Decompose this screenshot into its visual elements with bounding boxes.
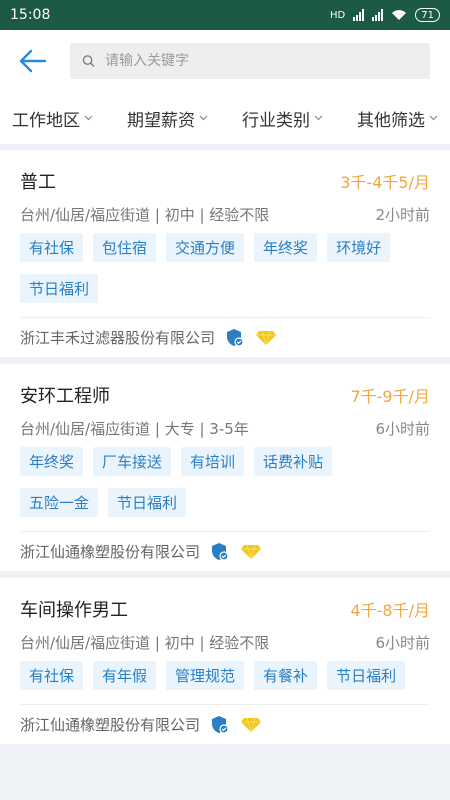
tag: 有年假 [93, 661, 157, 690]
search-input[interactable] [105, 53, 418, 69]
search-icon [82, 55, 95, 67]
company-name: 浙江仙通橡塑股份有限公司 [20, 716, 201, 734]
battery-icon: 71 [415, 8, 440, 22]
job-meta: 台州/仙居/福应街道 | 大专 | 3-5年 [20, 420, 249, 438]
diamond-icon [241, 544, 262, 559]
filter-other[interactable]: 其他筛选 [357, 106, 438, 131]
tag: 有餐补 [254, 661, 318, 690]
tag-list: 有社保 包住宿 交通方便 年终奖 环境好 节日福利 [20, 233, 430, 315]
tag: 五险一金 [20, 488, 99, 517]
job-card[interactable]: 安环工程师 7千-9千/月 台州/仙居/福应街道 | 大专 | 3-5年 6小时… [0, 364, 450, 571]
chevron-down-icon [429, 115, 438, 121]
tag: 包住宿 [93, 233, 157, 262]
tag: 有社保 [20, 233, 84, 262]
job-card[interactable]: 普工 3千-4千5/月 台州/仙居/福应街道 | 初中 | 经验不限 2小时前 … [0, 150, 450, 357]
tag: 有培训 [181, 447, 245, 476]
header [0, 30, 450, 92]
signal-icon [353, 9, 365, 21]
filter-industry[interactable]: 行业类别 [242, 106, 323, 131]
wifi-icon [392, 10, 407, 20]
tag: 话费补贴 [254, 447, 333, 476]
verified-shield-icon [212, 542, 229, 561]
status-time: 15:08 [10, 7, 51, 23]
job-salary: 4千-8千/月 [350, 601, 430, 620]
signal-icon-2 [372, 9, 384, 21]
chevron-down-icon [314, 115, 323, 121]
tag: 环境好 [327, 233, 391, 262]
tag: 管理规范 [166, 661, 245, 690]
tag: 有社保 [20, 661, 84, 690]
company-row[interactable]: 浙江仙通橡塑股份有限公司 [20, 531, 430, 571]
job-card[interactable]: 车间操作男工 4千-8千/月 台州/仙居/福应街道 | 初中 | 经验不限 6小… [0, 578, 450, 744]
job-salary: 7千-9千/月 [350, 387, 430, 406]
chevron-down-icon [84, 115, 93, 121]
tag: 节日福利 [20, 274, 99, 303]
diamond-icon [241, 717, 262, 732]
tag-list: 有社保 有年假 管理规范 有餐补 节日福利 [20, 661, 430, 702]
job-time: 6小时前 [375, 420, 430, 438]
back-arrow-icon [19, 49, 47, 73]
chevron-down-icon [199, 115, 208, 121]
job-title: 安环工程师 [20, 386, 110, 407]
filter-salary[interactable]: 期望薪资 [127, 106, 208, 131]
job-meta: 台州/仙居/福应街道 | 初中 | 经验不限 [20, 206, 270, 224]
status-icons: HD 71 [330, 8, 440, 22]
job-time: 6小时前 [375, 634, 430, 652]
filter-bar: 工作地区 期望薪资 行业类别 其他筛选 [0, 92, 450, 144]
job-title: 车间操作男工 [20, 600, 128, 621]
job-title: 普工 [20, 172, 56, 193]
job-time: 2小时前 [375, 206, 430, 224]
tag: 年终奖 [254, 233, 318, 262]
status-bar: 15:08 HD 71 [0, 0, 450, 30]
diamond-icon [256, 330, 277, 345]
tag: 节日福利 [327, 661, 406, 690]
filter-label: 工作地区 [12, 110, 80, 131]
back-button[interactable] [18, 46, 48, 76]
verified-shield-icon [212, 715, 229, 734]
filter-location[interactable]: 工作地区 [12, 106, 93, 131]
tag: 节日福利 [108, 488, 187, 517]
filter-label: 行业类别 [242, 110, 310, 131]
tag: 交通方便 [166, 233, 245, 262]
company-row[interactable]: 浙江仙通橡塑股份有限公司 [20, 704, 430, 744]
job-salary: 3千-4千5/月 [340, 173, 430, 192]
tag-list: 年终奖 厂车接送 有培训 话费补贴 五险一金 节日福利 [20, 447, 430, 529]
tag: 年终奖 [20, 447, 84, 476]
job-meta: 台州/仙居/福应街道 | 初中 | 经验不限 [20, 634, 270, 652]
tag: 厂车接送 [93, 447, 172, 476]
filter-label: 其他筛选 [357, 110, 425, 131]
verified-shield-icon [227, 328, 244, 347]
search-box[interactable] [70, 43, 430, 79]
company-name: 浙江仙通橡塑股份有限公司 [20, 543, 201, 561]
filter-label: 期望薪资 [127, 110, 195, 131]
company-row[interactable]: 浙江丰禾过滤器股份有限公司 [20, 317, 430, 357]
company-name: 浙江丰禾过滤器股份有限公司 [20, 329, 216, 347]
network-label: HD [330, 9, 346, 21]
